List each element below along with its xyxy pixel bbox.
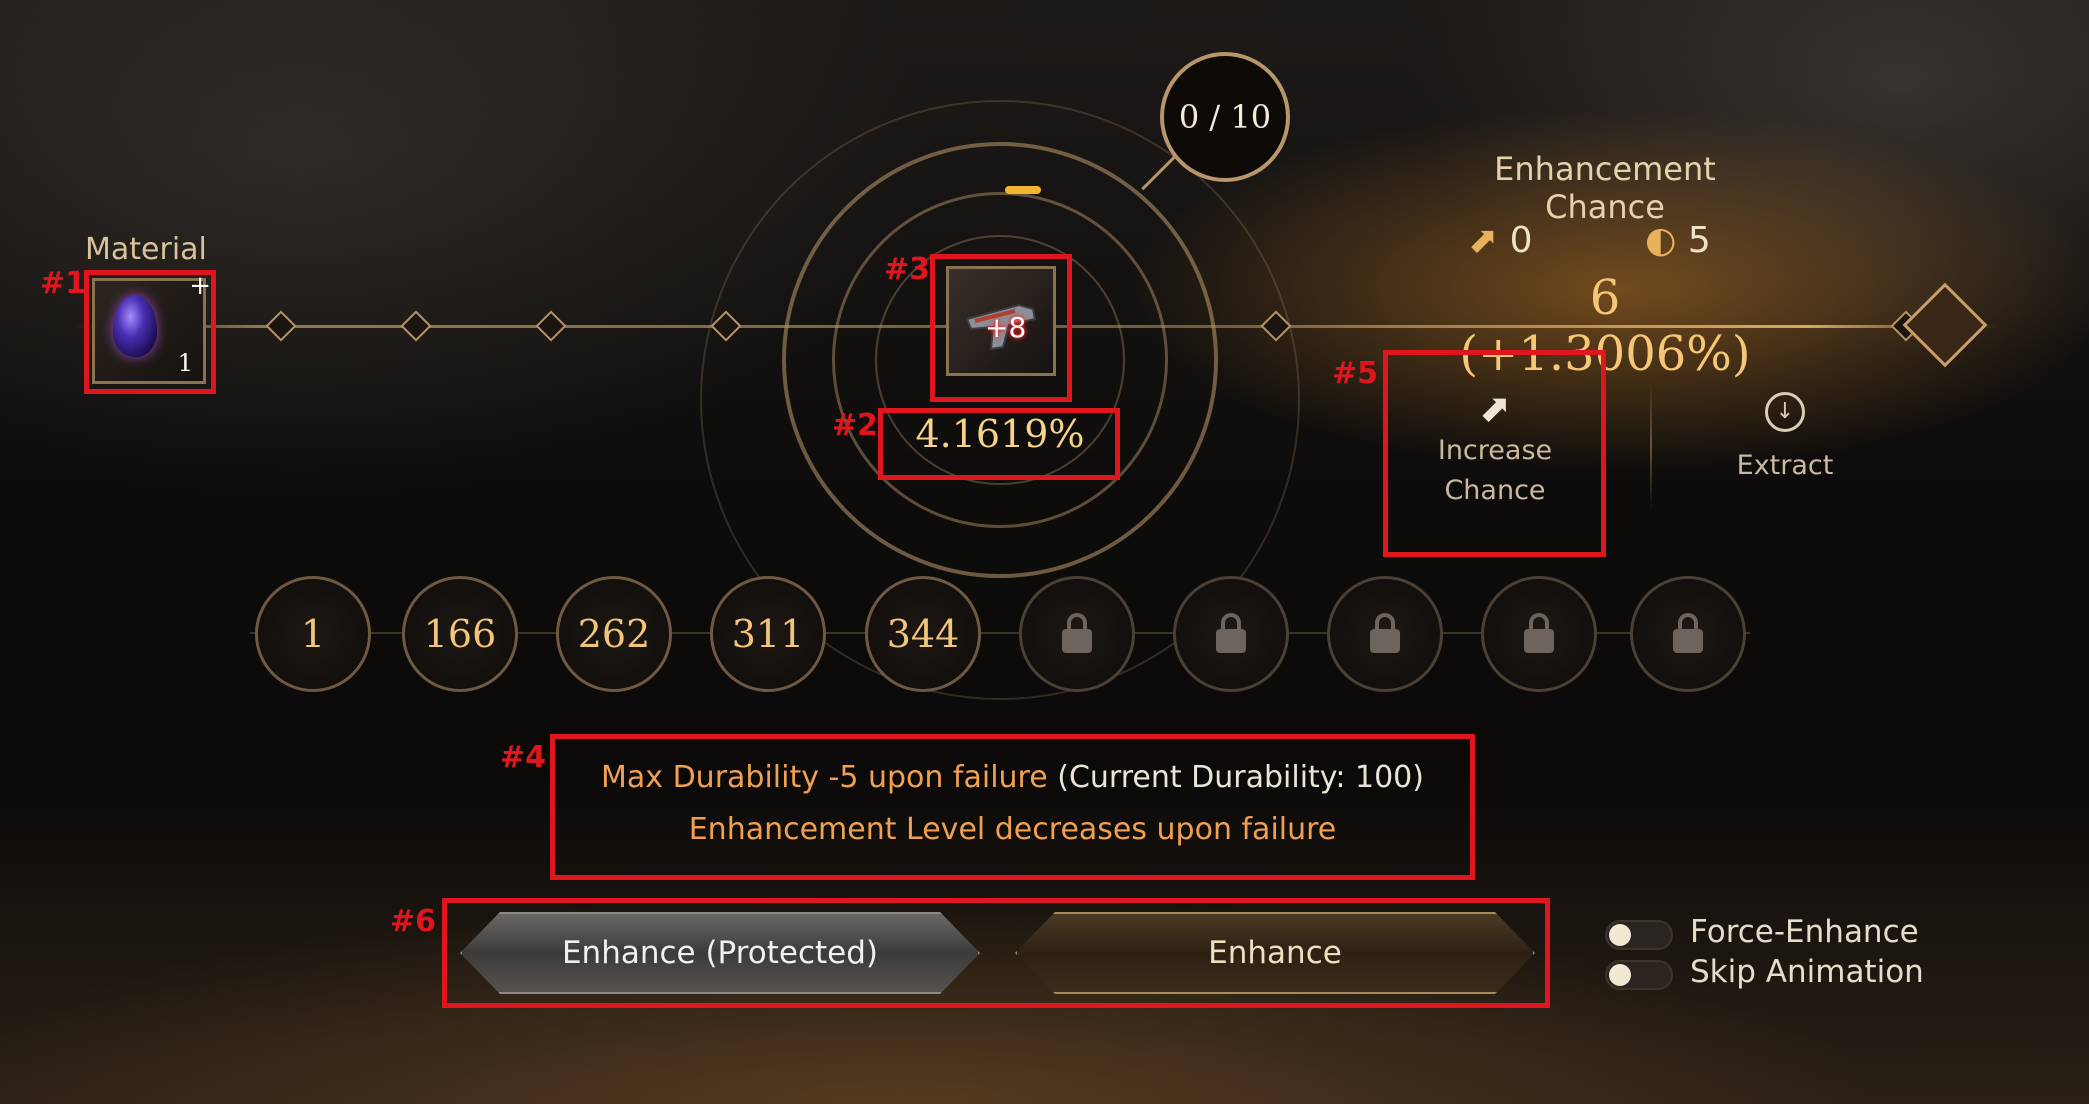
attempt-counter: 0 / 10 — [1160, 52, 1290, 182]
rail-ornament — [535, 310, 567, 342]
annotation-tag-3: #3 — [884, 252, 931, 287]
orb-icon: ◐ — [1645, 220, 1677, 261]
level-slot[interactable]: 1 — [255, 576, 371, 692]
toggle-knob — [1609, 964, 1631, 986]
enhancement-chance-title: Enhancement Chance — [1494, 150, 1716, 226]
level-slot[interactable]: 166 — [402, 576, 518, 692]
annotation-box-4 — [550, 734, 1475, 880]
annotation-tag-2: #2 — [832, 408, 879, 443]
annotation-box-1 — [84, 270, 216, 394]
up-arrow-icon: ⬈ — [1468, 220, 1499, 261]
level-slot[interactable]: 311 — [710, 576, 826, 692]
level-slot[interactable]: 262 — [556, 576, 672, 692]
material-label: Material — [85, 232, 207, 267]
flame-badge-icon[interactable] — [1902, 282, 1988, 368]
lock-icon — [1370, 613, 1400, 653]
lock-icon — [1216, 613, 1246, 653]
extract-button[interactable]: ↓ Extract — [1700, 392, 1870, 486]
locked-level-slot — [1327, 576, 1443, 692]
orb-stat: ◐ 5 — [1645, 220, 1711, 261]
lock-icon — [1524, 613, 1554, 653]
rail-ornament — [400, 310, 432, 342]
skip-animation-label: Skip Animation — [1690, 954, 1924, 990]
extract-label: Extract — [1736, 450, 1834, 481]
annotation-tag-4: #4 — [500, 740, 547, 775]
lock-icon — [1062, 613, 1092, 653]
annotation-tag-1: #1 — [40, 266, 87, 301]
force-enhance-toggle[interactable] — [1605, 920, 1673, 950]
annotation-box-3 — [930, 254, 1072, 402]
action-divider — [1650, 380, 1652, 510]
lock-icon — [1673, 613, 1703, 653]
locked-level-slot — [1481, 576, 1597, 692]
increase-chance-stat: ⬈ 0 — [1468, 220, 1533, 261]
annotation-tag-6: #6 — [390, 904, 437, 939]
annotation-tag-5: #5 — [1332, 356, 1379, 391]
locked-level-slot — [1630, 576, 1746, 692]
annotation-box-5 — [1383, 350, 1606, 557]
level-slot[interactable]: 344 — [865, 576, 981, 692]
locked-level-slot — [1173, 576, 1289, 692]
increase-count: 0 — [1509, 220, 1533, 261]
progress-arc — [1005, 186, 1041, 194]
annotation-box-6 — [442, 898, 1550, 1008]
force-enhance-label: Force-Enhance — [1690, 914, 1919, 950]
orb-count: 5 — [1687, 220, 1711, 261]
skip-animation-toggle[interactable] — [1605, 960, 1673, 990]
annotation-box-2 — [878, 408, 1120, 480]
extract-icon: ↓ — [1765, 392, 1805, 432]
rail-ornament — [265, 310, 297, 342]
toggle-knob — [1609, 924, 1631, 946]
locked-level-slot — [1019, 576, 1135, 692]
